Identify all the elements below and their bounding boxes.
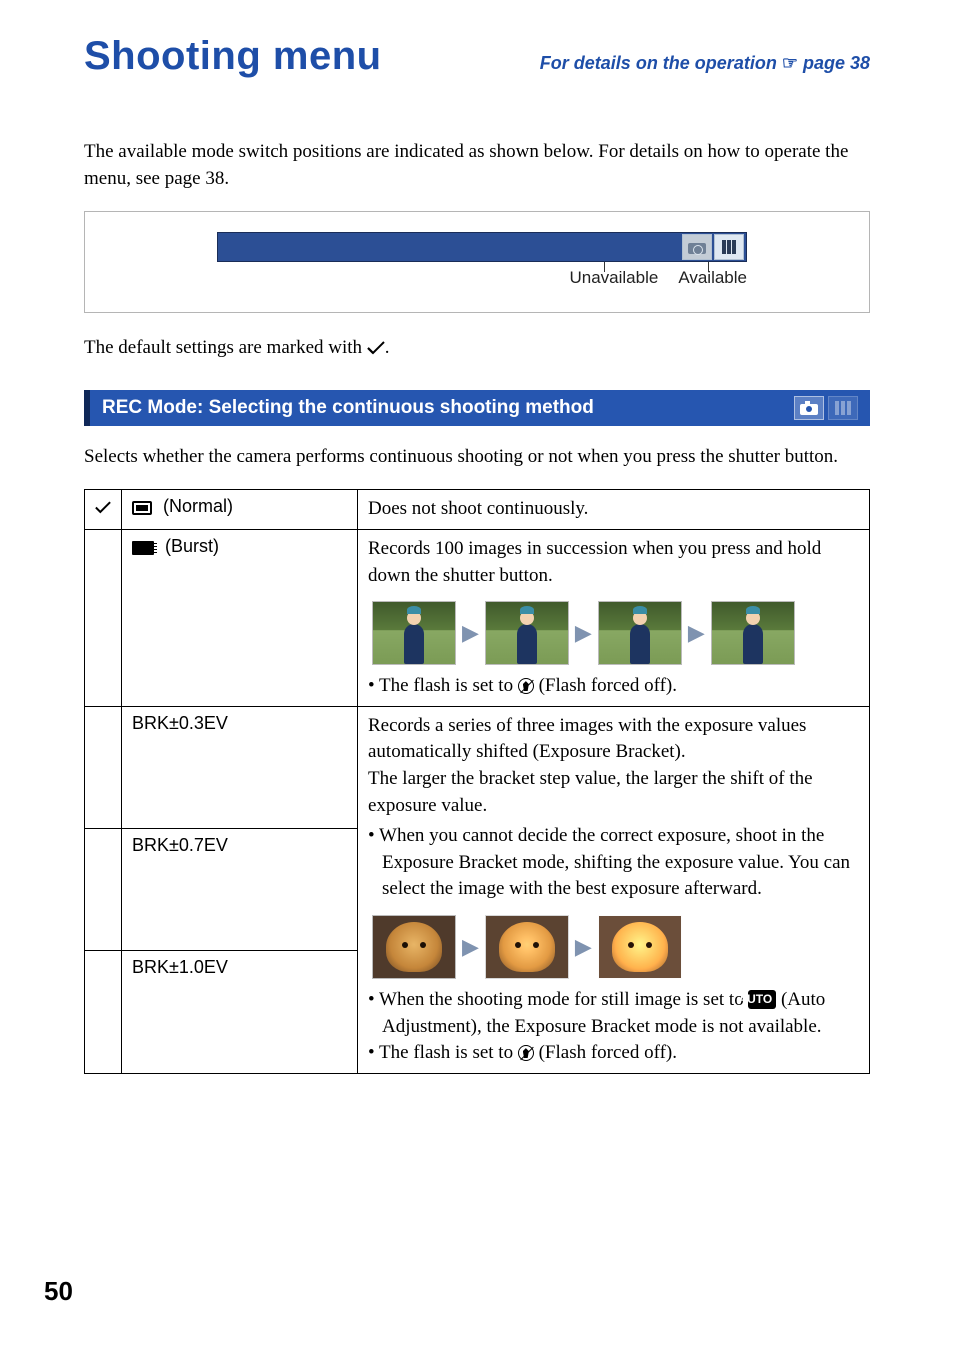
table-row: BRK±0.3EV Records a series of three imag…	[85, 706, 870, 828]
bracket-desc-1: Records a series of three images with th…	[368, 713, 859, 766]
available-label: Available	[678, 268, 747, 288]
burst-mode-icon	[132, 541, 154, 555]
note-prefix: • The flash is set to	[368, 1042, 518, 1063]
arrow-right-icon: ▶	[462, 618, 479, 649]
bracket-auto-note: • When the shooting mode for still image…	[368, 987, 859, 1040]
flash-off-icon	[518, 678, 534, 694]
camera-mode-icon	[794, 396, 824, 420]
option-label-brk10: BRK±1.0EV	[122, 951, 358, 1073]
auto-badge-icon: AUTO	[748, 990, 776, 1009]
cross-reference: For details on the operation ☞ page 38	[540, 53, 870, 74]
table-row: (Normal) Does not shoot continuously.	[85, 490, 870, 530]
check-icon	[95, 501, 111, 514]
option-desc-bracket: Records a series of three images with th…	[358, 706, 870, 1073]
thumbnail-image	[598, 601, 682, 665]
camera-mode-unavailable-icon	[682, 234, 712, 260]
empty-check-cell	[85, 706, 122, 828]
arrow-right-icon: ▶	[575, 932, 592, 963]
check-icon	[367, 341, 385, 355]
defaults-text-b: .	[385, 337, 390, 358]
ref-suffix: page 38	[798, 53, 870, 73]
defaults-note: The default settings are marked with .	[84, 335, 870, 362]
burst-desc-text: Records 100 images in succession when yo…	[368, 536, 859, 589]
note-text-a: • When the shooting mode for still image…	[368, 989, 748, 1010]
thumbnail-image	[485, 915, 569, 979]
default-check-cell	[85, 490, 122, 530]
normal-mode-icon	[132, 501, 152, 515]
bracket-flash-note: • The flash is set to (Flash forced off)…	[368, 1040, 859, 1067]
bracket-thumbnails: ▶ ▶	[372, 915, 859, 979]
thumbnail-image	[372, 601, 456, 665]
movie-mode-available-icon	[714, 234, 744, 260]
note-suffix: (Flash forced off).	[534, 1042, 677, 1063]
mode-indicator-figure: Unavailable Available	[84, 211, 870, 313]
option-label-normal: (Normal)	[122, 490, 358, 530]
movie-mode-icon	[828, 396, 858, 420]
section-heading-rec-mode: REC Mode: Selecting the continuous shoot…	[84, 390, 870, 426]
bracket-desc-2: The larger the bracket step value, the l…	[368, 766, 859, 819]
unavailable-label: Unavailable	[569, 268, 658, 288]
empty-check-cell	[85, 829, 122, 951]
burst-flash-note: • The flash is set to (Flash forced off)…	[368, 673, 859, 700]
empty-check-cell	[85, 951, 122, 1073]
thumbnail-image	[485, 601, 569, 665]
arrow-right-icon: ▶	[688, 618, 705, 649]
note-suffix: (Flash forced off).	[534, 675, 677, 696]
option-desc-normal: Does not shoot continuously.	[358, 490, 870, 530]
thumbnail-image	[598, 915, 682, 979]
ref-prefix: For details on the operation	[540, 53, 782, 73]
intro-paragraph: The available mode switch positions are …	[84, 139, 870, 192]
bracket-tip: • When you cannot decide the correct exp…	[368, 823, 859, 903]
page-title: Shooting menu	[84, 34, 382, 79]
option-label-brk03: BRK±0.3EV	[122, 706, 358, 828]
thumbnail-image	[711, 601, 795, 665]
arrow-right-icon: ▶	[462, 932, 479, 963]
empty-check-cell	[85, 529, 122, 706]
note-prefix: • The flash is set to	[368, 675, 518, 696]
menu-bar-graphic	[217, 232, 747, 262]
burst-label-text: (Burst)	[160, 536, 219, 556]
option-desc-burst: Records 100 images in succession when yo…	[358, 529, 870, 706]
page-number: 50	[44, 1276, 73, 1307]
defaults-text-a: The default settings are marked with	[84, 337, 367, 358]
option-label-brk07: BRK±0.7EV	[122, 829, 358, 951]
rec-mode-table: (Normal) Does not shoot continuously. (B…	[84, 489, 870, 1073]
section-title-text: REC Mode: Selecting the continuous shoot…	[102, 397, 594, 419]
table-row: (Burst) Records 100 images in succession…	[85, 529, 870, 706]
normal-label-text: (Normal)	[158, 496, 233, 516]
pointing-hand-icon: ☞	[782, 53, 798, 73]
section-intro: Selects whether the camera performs cont…	[84, 444, 870, 471]
thumbnail-image	[372, 915, 456, 979]
burst-thumbnails: ▶ ▶ ▶	[372, 601, 859, 665]
flash-off-icon	[518, 1045, 534, 1061]
arrow-right-icon: ▶	[575, 618, 592, 649]
option-label-burst: (Burst)	[122, 529, 358, 706]
